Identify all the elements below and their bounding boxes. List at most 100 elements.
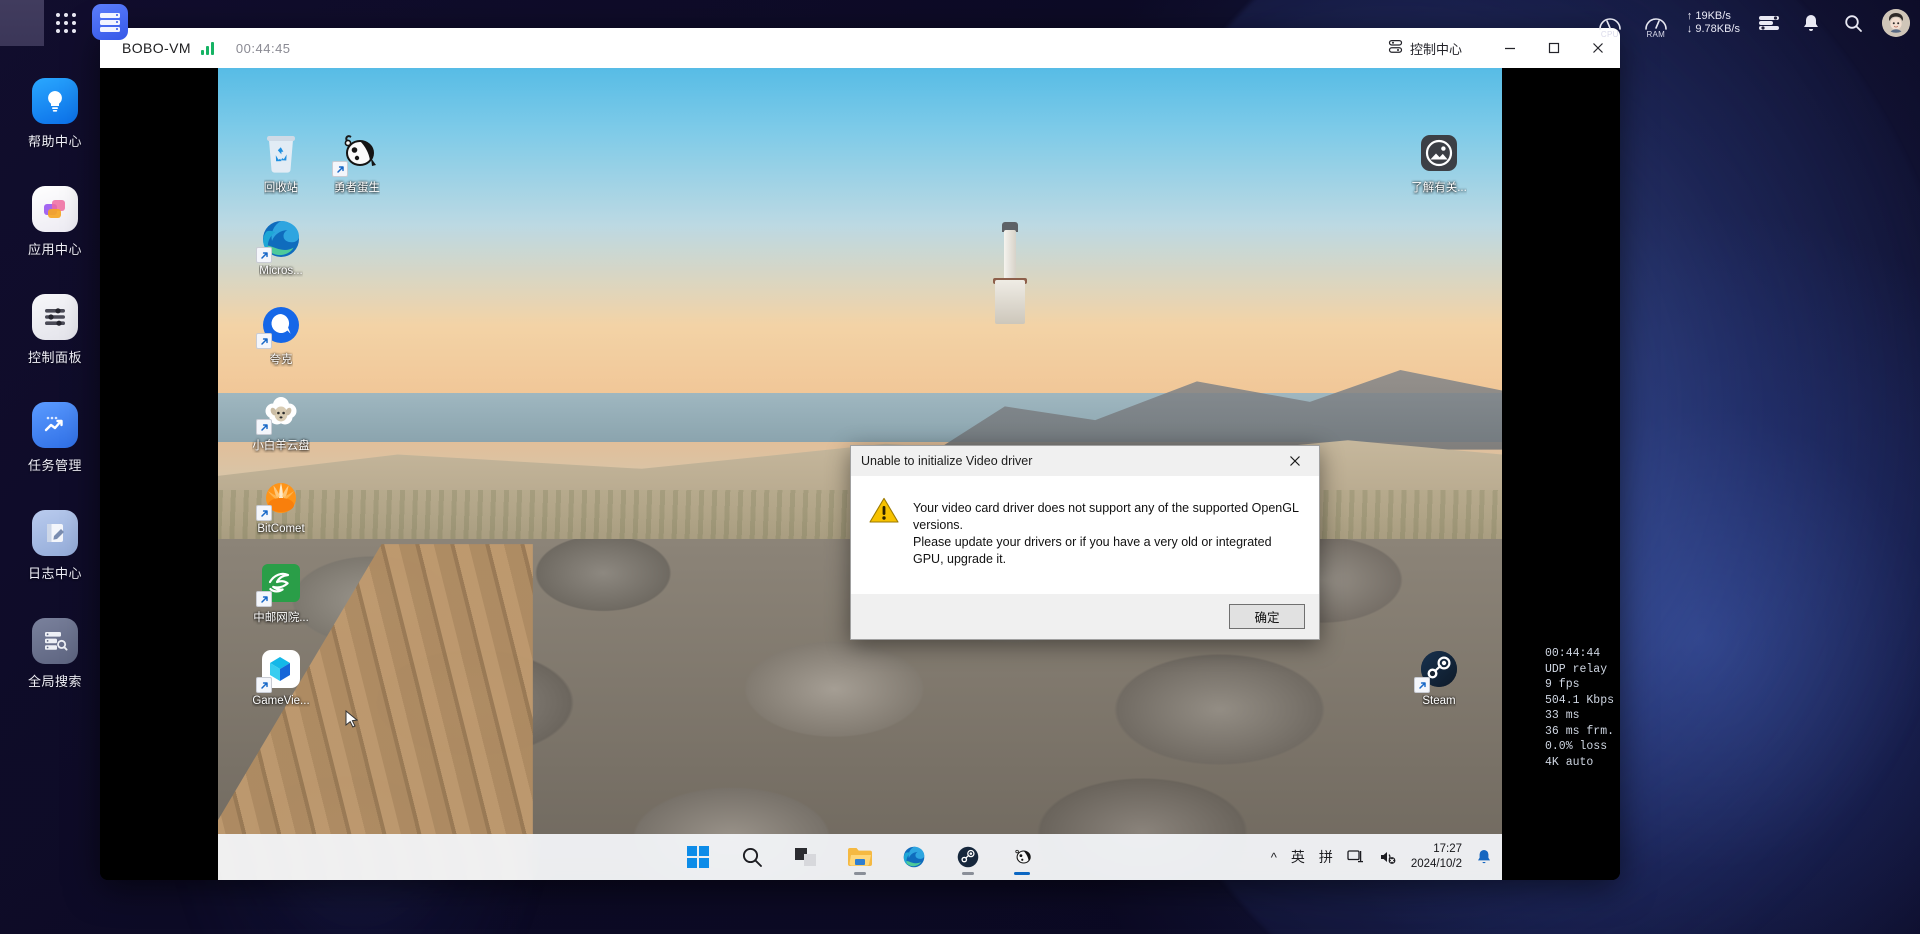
taskbar-clock[interactable]: 17:27 2024/10/2 — [1411, 842, 1462, 872]
system-tray: ^ 英 拼 17:27 2024/10/2 — [1271, 834, 1492, 880]
bell-icon[interactable] — [1798, 10, 1824, 36]
sidebar-item-app-center[interactable]: 应用中心 — [5, 186, 105, 258]
notification-bell-icon[interactable] — [1476, 848, 1492, 866]
error-dialog: Unable to initialize Video driver Your v… — [850, 445, 1320, 640]
desktop-icon-gameviewer[interactable]: GameVie... — [238, 646, 324, 707]
sidebar-item-log-center[interactable]: 日志中心 — [5, 510, 105, 582]
sidebar-item-help-center[interactable]: 帮助中心 — [5, 78, 105, 150]
desktop-icon-label: Steam — [1422, 695, 1456, 707]
telemetry-line: 4K auto — [1544, 755, 1594, 769]
running-indicator — [854, 872, 866, 875]
telemetry-line: 9 fps — [1544, 678, 1580, 691]
telemetry-line: 00:44:44 — [1544, 647, 1601, 660]
sidebar-item-control-panel[interactable]: 控制面板 — [5, 294, 105, 366]
network-icon[interactable] — [1347, 849, 1365, 865]
sidebar-item-task-manager[interactable]: 任务管理 — [5, 402, 105, 474]
telemetry-line: 33 ms — [1544, 709, 1580, 722]
bitcomet-icon — [256, 474, 304, 521]
start-button[interactable] — [679, 838, 717, 876]
taskbar-steam-button[interactable] — [949, 838, 987, 876]
ram-gauge-icon[interactable]: RAM — [1641, 8, 1671, 39]
network-download-speed: ↓ 9.78KB/s — [1686, 23, 1740, 35]
shortcut-overlay-icon — [256, 419, 272, 435]
sidebar-item-label: 应用中心 — [27, 242, 82, 257]
sliders-icon[interactable] — [1756, 10, 1782, 36]
desktop-icon-steam[interactable]: Steam — [1396, 646, 1482, 707]
tray-chevron-up-icon[interactable]: ^ — [1271, 850, 1277, 865]
mouse-cursor — [345, 709, 359, 735]
ok-button[interactable]: 确定 — [1229, 604, 1305, 629]
vm-screen[interactable]: 回收站 勇者蛋生 Micros... 夸克 小白羊云盘 BitComet 中邮网… — [100, 68, 1620, 880]
cpu-gauge-icon[interactable]: CPU — [1595, 8, 1625, 39]
desktop-icon-microsoft-edge[interactable]: Micros... — [238, 216, 324, 277]
desktop-icon-sheep-cloud-drive[interactable]: 小白羊云盘 — [238, 388, 324, 453]
desktop-icon-label: Micros... — [259, 265, 303, 277]
game-panda-icon — [332, 130, 380, 177]
desktop-icon-game-panda[interactable]: 勇者蛋生 — [314, 130, 400, 195]
recycle-bin-icon — [258, 130, 304, 176]
task-view-button[interactable] — [787, 838, 825, 876]
sidebar-item-label: 全局搜索 — [27, 674, 82, 689]
taskbar-apps — [679, 838, 1041, 876]
desktop-icon-label: 了解有关... — [1411, 182, 1467, 194]
host-topbar: CPU RAM ↑ 19KB/s ↓ 9.78KB/s — [0, 0, 1920, 46]
error-dialog-body: Your video card driver does not support … — [851, 476, 1319, 594]
cpu-gauge-label: CPU — [1600, 30, 1619, 39]
warning-triangle-icon — [869, 496, 899, 529]
china-post-icon — [256, 560, 304, 607]
taskbar-game-panda-button[interactable] — [1003, 838, 1041, 876]
server-icon[interactable] — [92, 4, 128, 40]
desktop-icon-recycle-bin[interactable]: 回收站 — [238, 130, 324, 195]
quark-icon — [256, 302, 304, 349]
desktop-icon-label: 回收站 — [263, 182, 299, 194]
photo-info-icon — [1416, 130, 1462, 176]
ime-mode-indicator[interactable]: 拼 — [1319, 847, 1333, 867]
taskbar-search-button[interactable] — [733, 838, 771, 876]
desktop-icon-label: 夸克 — [269, 354, 293, 366]
telemetry-line: 504.1 Kbps — [1544, 693, 1614, 707]
desktop-icon-label: GameVie... — [252, 695, 310, 707]
shortcut-overlay-icon — [1414, 677, 1430, 693]
windows-taskbar: ^ 英 拼 17:27 2024/10/2 — [218, 834, 1502, 880]
file-explorer-button[interactable] — [841, 838, 879, 876]
network-upload-speed: ↑ 19KB/s — [1686, 10, 1731, 22]
app-grid-icon[interactable] — [44, 0, 88, 46]
ime-language-indicator[interactable]: 英 — [1291, 847, 1305, 867]
edge-icon — [256, 216, 304, 263]
desktop-icon-label: 勇者蛋生 — [334, 182, 380, 194]
notebook-icon — [32, 510, 78, 556]
error-dialog-message: Your video card driver does not support … — [913, 501, 1299, 566]
sidebar-item-label: 控制面板 — [27, 350, 82, 365]
stream-telemetry-overlay: 00:44:44 UDP relay 9 fps 504.1 Kbps 33 m… — [1545, 646, 1614, 770]
error-dialog-titlebar[interactable]: Unable to initialize Video driver — [851, 446, 1319, 476]
shortcut-overlay-icon — [256, 591, 272, 607]
taskbar-edge-button[interactable] — [895, 838, 933, 876]
desktop-icon-quark[interactable]: 夸克 — [238, 302, 324, 367]
close-icon[interactable] — [1277, 447, 1313, 475]
network-speed: ↑ 19KB/s ↓ 9.78KB/s — [1687, 10, 1740, 36]
user-avatar[interactable] — [1882, 9, 1910, 37]
volume-muted-icon[interactable] — [1379, 849, 1397, 865]
windows-desktop[interactable]: 回收站 勇者蛋生 Micros... 夸克 小白羊云盘 BitComet 中邮网… — [218, 68, 1502, 880]
sheep-cloud-icon — [256, 388, 304, 435]
sidebar-item-global-search[interactable]: 全局搜索 — [5, 618, 105, 690]
sidebar-item-label: 帮助中心 — [27, 134, 82, 149]
vm-window: BOBO-VM 00:44:45 控制中心 回收站 勇者蛋生 Micros...… — [100, 28, 1620, 880]
shortcut-overlay-icon — [256, 247, 272, 263]
shortcut-overlay-icon — [332, 161, 348, 177]
desktop-icon-china-post-academy[interactable]: 中邮网院... — [238, 560, 324, 625]
wallpaper-sky — [218, 68, 1502, 426]
shortcut-overlay-icon — [256, 333, 272, 349]
topbar-left-block — [0, 0, 44, 46]
desktop-icon-label: BitComet — [257, 523, 305, 535]
taskbar-time: 17:27 — [1433, 843, 1462, 855]
desktop-icon-bitcomet[interactable]: BitComet — [238, 474, 324, 535]
wallpaper-lighthouse — [992, 222, 1027, 326]
desktop-icon-learn-about[interactable]: 了解有关... — [1396, 130, 1482, 195]
telemetry-line: 36 ms frm. — [1544, 724, 1614, 738]
taskbar-date: 2024/10/2 — [1410, 858, 1462, 870]
telemetry-line: 0.0% loss — [1544, 740, 1608, 753]
host-sidebar: 帮助中心 应用中心 控制面板 任务管理 日志中心 全局搜索 — [0, 46, 110, 934]
search-icon[interactable] — [1840, 10, 1866, 36]
sidebar-item-label: 日志中心 — [27, 566, 82, 581]
